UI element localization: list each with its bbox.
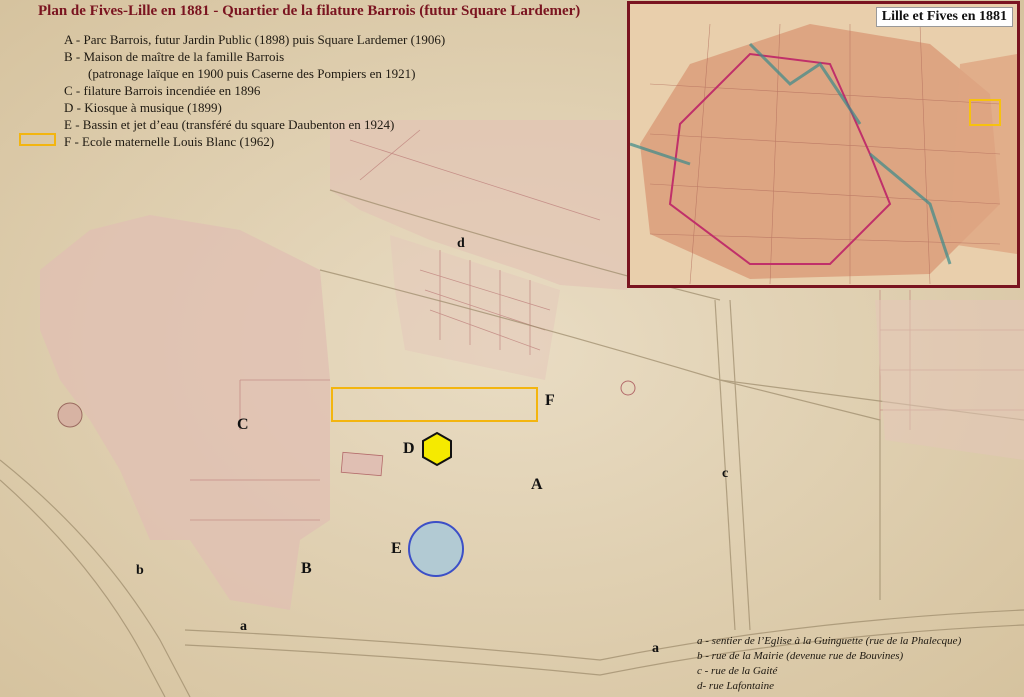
label-d: D — [403, 440, 415, 457]
street-legend: a - sentier de l’Eglise à la Guinguette … — [697, 634, 961, 694]
legend-item-f: F - Ecole maternelle Louis Blanc (1962) — [64, 134, 275, 149]
inset-map: Lille et Fives en 1881 — [627, 1, 1020, 288]
right-blocks — [875, 300, 1024, 460]
school-highlight-box — [331, 387, 538, 422]
legend-item-c: C - filature Barrois incendiée en 1896 — [64, 83, 261, 98]
label-b: B — [301, 560, 312, 577]
legend: A - Parc Barrois, futur Jardin Public (1… — [64, 31, 445, 150]
kiosk-hexagon — [422, 431, 452, 467]
street-legend-a: a - sentier de l’Eglise à la Guinguette … — [697, 635, 962, 647]
basin-circle — [408, 521, 464, 577]
street-legend-b: b - rue de la Mairie (devenue rue de Bou… — [697, 650, 904, 662]
inset-location-box — [969, 99, 1001, 126]
street-legend-d: d- rue Lafontaine — [697, 680, 774, 692]
label-f: F — [545, 392, 555, 409]
street-label-b: b — [136, 563, 144, 578]
street-label-a2: a — [652, 641, 659, 656]
small-building — [340, 451, 384, 477]
label-e: E — [391, 540, 402, 557]
legend-item-d: D - Kiosque à musique (1899) — [64, 100, 222, 115]
tower-marker — [57, 402, 83, 428]
legend-swatch-f — [19, 133, 56, 146]
label-a: A — [531, 476, 543, 493]
inset-map-drawing — [630, 4, 1017, 285]
legend-item-e: E - Bassin et jet d’eau (transféré du sq… — [64, 117, 395, 132]
legend-item-b-detail: (patronage laïque en 1900 puis Caserne d… — [88, 66, 416, 81]
map-title: Plan de Fives-Lille en 1881 - Quartier d… — [38, 3, 581, 19]
inset-title: Lille et Fives en 1881 — [875, 7, 1013, 27]
street-label-c: c — [722, 466, 729, 481]
street-label-a1: a — [240, 619, 247, 634]
label-c: C — [237, 416, 249, 433]
legend-item-b: B - Maison de maître de la famille Barro… — [64, 49, 285, 64]
street-legend-c: c - rue de la Gaité — [697, 665, 778, 677]
street-label-d: d — [457, 236, 465, 251]
legend-item-a: A - Parc Barrois, futur Jardin Public (1… — [64, 32, 446, 47]
